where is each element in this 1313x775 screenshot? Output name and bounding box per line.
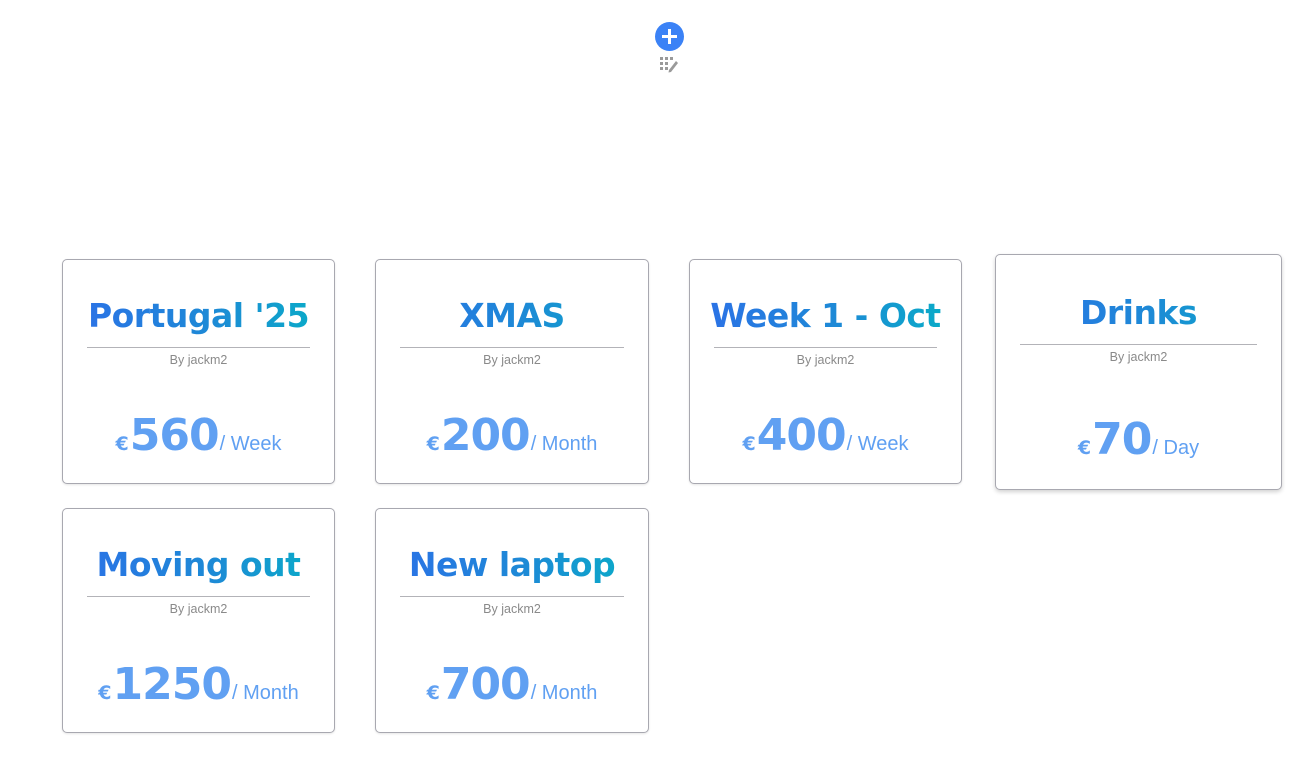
card-author: By jackm2 bbox=[483, 353, 541, 367]
currency-symbol: € bbox=[426, 433, 440, 455]
budget-card-xmas[interactable]: XMAS By jackm2 € 200 / Month bbox=[375, 259, 649, 484]
price-period: / Month bbox=[232, 682, 299, 704]
card-price: € 400 / Week bbox=[690, 411, 961, 461]
card-price: € 1250 / Month bbox=[63, 660, 334, 710]
currency-symbol: € bbox=[98, 682, 112, 704]
budget-card-drinks[interactable]: Drinks By jackm2 € 70 / Day bbox=[995, 254, 1282, 490]
card-author: By jackm2 bbox=[169, 602, 228, 616]
card-price: € 560 / Week bbox=[63, 411, 334, 461]
currency-symbol: € bbox=[1077, 437, 1092, 459]
price-period: / Week bbox=[846, 433, 909, 455]
price-amount: 70 bbox=[1092, 414, 1152, 465]
card-divider bbox=[87, 347, 310, 348]
card-price: € 200 / Month bbox=[376, 411, 648, 461]
card-divider bbox=[1020, 344, 1257, 345]
budget-card-portugal[interactable]: Portugal '25 By jackm2 € 560 / Week bbox=[62, 259, 335, 484]
card-price: € 70 / Day bbox=[996, 415, 1281, 465]
price-amount: 700 bbox=[440, 659, 531, 710]
price-amount: 200 bbox=[440, 410, 531, 461]
card-price: € 700 / Month bbox=[376, 660, 648, 710]
budget-card-week-1-oct[interactable]: Week 1 - Oct By jackm2 € 400 / Week bbox=[689, 259, 962, 484]
card-divider bbox=[400, 596, 624, 597]
card-author: By jackm2 bbox=[796, 353, 855, 367]
budget-card-new-laptop[interactable]: New laptop By jackm2 € 700 / Month bbox=[375, 508, 649, 733]
currency-symbol: € bbox=[426, 682, 440, 704]
card-divider bbox=[87, 596, 310, 597]
price-period: / Week bbox=[219, 433, 282, 455]
grid-edit-icon[interactable] bbox=[660, 57, 678, 73]
card-author: By jackm2 bbox=[483, 602, 541, 616]
card-title: Week 1 - Oct bbox=[690, 296, 961, 336]
budget-card-moving-out[interactable]: Moving out By jackm2 € 1250 / Month bbox=[62, 508, 335, 733]
card-divider bbox=[714, 347, 937, 348]
price-amount: 560 bbox=[129, 410, 220, 461]
card-title: XMAS bbox=[376, 296, 648, 336]
add-budget-button[interactable] bbox=[654, 22, 684, 51]
price-amount: 1250 bbox=[112, 659, 232, 710]
price-amount: 400 bbox=[756, 410, 847, 461]
card-author: By jackm2 bbox=[169, 353, 228, 367]
plus-icon bbox=[661, 29, 677, 44]
currency-symbol: € bbox=[742, 433, 756, 455]
toolbar bbox=[654, 22, 684, 73]
price-period: / Month bbox=[530, 433, 598, 455]
card-title: Portugal '25 bbox=[63, 296, 334, 336]
card-author: By jackm2 bbox=[1109, 350, 1168, 364]
card-title: New laptop bbox=[376, 545, 648, 585]
card-title: Drinks bbox=[996, 293, 1281, 333]
currency-symbol: € bbox=[115, 433, 129, 455]
card-title: Moving out bbox=[63, 545, 334, 585]
price-period: / Month bbox=[530, 682, 598, 704]
card-divider bbox=[400, 347, 624, 348]
price-period: / Day bbox=[1152, 437, 1200, 459]
